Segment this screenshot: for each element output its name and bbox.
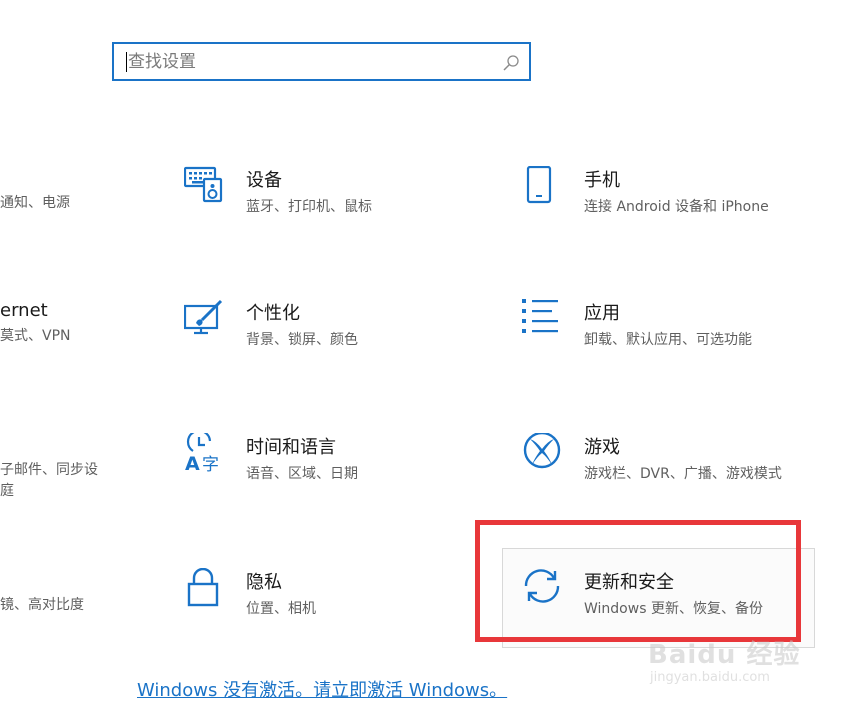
tile-phone-title: 手机: [584, 170, 620, 191]
tile-apps-title: 应用: [584, 303, 620, 324]
tile-personalization[interactable]: 个性化 背景、锁屏、颜色: [184, 299, 444, 363]
tile-gaming-desc: 游戏栏、DVR、广播、游戏模式: [584, 466, 782, 482]
tile-devices-title: 设备: [246, 170, 282, 191]
partial-desc-network: 莫式、VPN: [0, 328, 71, 344]
tile-time-language[interactable]: A 字 时间和语言 语音、区域、日期: [184, 433, 444, 497]
phone-icon: [526, 166, 552, 204]
tile-phone[interactable]: 手机 连接 Android 设备和 iPhone: [522, 166, 812, 230]
tile-privacy[interactable]: 隐私 位置、相机: [184, 568, 444, 632]
tile-update-security[interactable]: 更新和安全 Windows 更新、恢复、备份: [522, 568, 802, 632]
update-sync-icon: [524, 569, 560, 603]
partial-desc-accounts-2: 庭: [0, 483, 14, 499]
tile-time-language-desc: 语音、区域、日期: [246, 466, 358, 482]
lock-icon: [187, 568, 219, 607]
tile-gaming-title: 游戏: [584, 437, 620, 458]
tile-apps[interactable]: 应用 卸载、默认应用、可选功能: [522, 299, 812, 363]
partial-desc-system: 通知、电源: [0, 195, 70, 211]
tile-privacy-desc: 位置、相机: [246, 601, 316, 617]
partial-desc-ease-of-access: 镜、高对比度: [0, 597, 84, 613]
xbox-icon: [523, 433, 561, 469]
tile-personalization-title: 个性化: [246, 303, 300, 324]
tile-devices[interactable]: 设备 蓝牙、打印机、鼠标: [184, 166, 444, 230]
apps-icon: [522, 299, 558, 333]
settings-window: 通知、电源 ernet 莫式、VPN 子邮件、同步设 庭 镜、高对比度 设备 蓝…: [0, 0, 843, 716]
partial-desc-accounts-1: 子邮件、同步设: [0, 462, 98, 478]
tile-update-security-title: 更新和安全: [584, 572, 674, 593]
search-input[interactable]: [128, 49, 488, 75]
watermark-sub-text: jingyan.baidu.com: [650, 670, 770, 685]
baidu-watermark: Baidu 经验 jingyan.baidu.com: [644, 624, 804, 696]
tile-phone-desc: 连接 Android 设备和 iPhone: [584, 199, 769, 215]
tile-time-language-title: 时间和语言: [246, 437, 336, 458]
devices-icon: [184, 166, 223, 203]
search-box[interactable]: [112, 42, 531, 81]
tile-devices-desc: 蓝牙、打印机、鼠标: [246, 199, 372, 215]
time-language-icon: A 字: [185, 433, 219, 475]
tile-gaming[interactable]: 游戏 游戏栏、DVR、广播、游戏模式: [522, 433, 822, 497]
activate-windows-link[interactable]: Windows 没有激活。请立即激活 Windows。: [137, 676, 507, 702]
tile-privacy-title: 隐私: [246, 572, 282, 593]
search-icon[interactable]: [501, 53, 521, 73]
tile-personalization-desc: 背景、锁屏、颜色: [246, 332, 358, 348]
tile-apps-desc: 卸载、默认应用、可选功能: [584, 332, 752, 348]
text-caret: [126, 52, 127, 72]
svg-text:A: A: [185, 453, 200, 475]
personalization-icon: [184, 299, 223, 335]
partial-title-network: ernet: [0, 300, 48, 321]
watermark-main-text: Baidu 经验: [648, 640, 801, 670]
tile-update-security-desc: Windows 更新、恢复、备份: [584, 601, 763, 617]
svg-text:字: 字: [202, 455, 219, 475]
